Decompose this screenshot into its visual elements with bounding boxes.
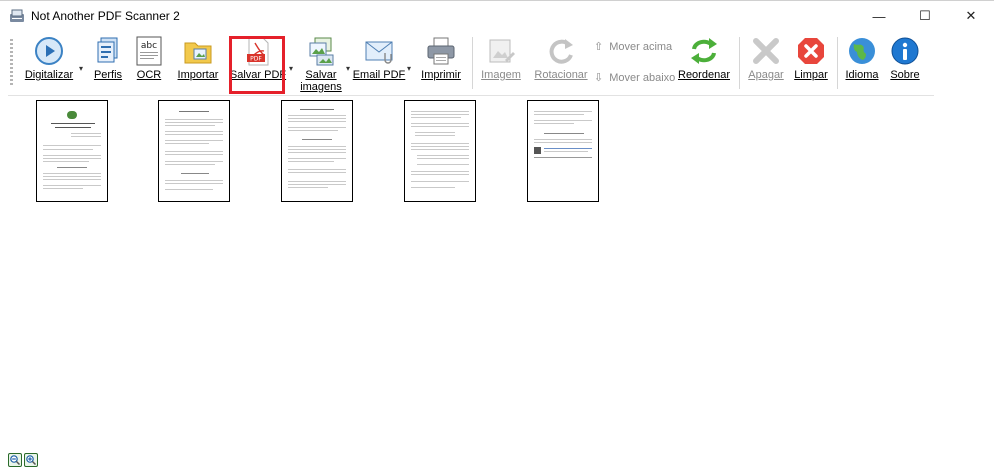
- ocr-button[interactable]: abc OCR: [132, 33, 166, 93]
- imagem-button[interactable]: Imagem: [478, 33, 524, 93]
- toolbar-separator: [472, 37, 473, 89]
- toolbar-separator: [739, 37, 740, 89]
- zoom-in-button[interactable]: [24, 453, 38, 467]
- sobre-button[interactable]: Sobre: [886, 33, 924, 93]
- image-edit-icon: [489, 39, 515, 63]
- salvar-pdf-highlight-box: [229, 36, 285, 94]
- reorder-arrows-icon: [691, 38, 717, 64]
- digitalizar-button[interactable]: Digitalizar: [22, 33, 76, 93]
- mover-acima-label: Mover acima: [609, 40, 673, 53]
- save-images-icon: [309, 37, 334, 66]
- sobre-label: Sobre: [890, 69, 920, 81]
- rotacionar-label: Rotacionar: [534, 69, 588, 81]
- digitalizar-label: Digitalizar: [24, 69, 74, 81]
- ocr-icon-text: abc: [141, 41, 157, 51]
- page-thumbnail[interactable]: [404, 100, 476, 202]
- arrow-down-icon: ⇩: [594, 72, 604, 84]
- zoom-out-icon: [10, 455, 20, 465]
- zoom-in-icon: [26, 455, 36, 465]
- page-thumbnail[interactable]: [36, 100, 108, 202]
- window-title: Not Another PDF Scanner 2: [31, 9, 180, 23]
- importar-button[interactable]: Importar: [173, 33, 223, 93]
- reordenar-button[interactable]: Reordenar: [676, 33, 732, 93]
- page-thumbnail-area[interactable]: [8, 96, 934, 469]
- idioma-label: Idioma: [845, 69, 879, 81]
- perfis-button[interactable]: Perfis: [90, 33, 126, 93]
- salvar-pdf-dropdown-icon[interactable]: ▾: [289, 64, 293, 73]
- imagem-label: Imagem: [481, 69, 521, 81]
- toolbar-grip[interactable]: [10, 39, 13, 87]
- apagar-button[interactable]: Apagar: [746, 33, 786, 93]
- salvar-imagens-dropdown-icon[interactable]: ▾: [346, 64, 350, 73]
- scanner-app-icon: [10, 9, 24, 22]
- page-thumbnail[interactable]: [158, 100, 230, 202]
- imprimir-button[interactable]: Imprimir: [418, 33, 464, 93]
- ocr-label: OCR: [136, 69, 162, 81]
- toolbar: Digitalizar ▾ Perfis abc OCR Importar PD…: [8, 31, 934, 96]
- digitalizar-dropdown-icon[interactable]: ▾: [79, 64, 83, 73]
- window-controls: — ☐ ✕: [856, 1, 994, 31]
- title-bar: Not Another PDF Scanner 2 — ☐ ✕: [0, 0, 994, 31]
- apagar-label: Apagar: [748, 69, 784, 81]
- email-pdf-label: Email PDF: [352, 69, 406, 81]
- scan-play-icon: [35, 37, 63, 65]
- salvar-imagens-button[interactable]: Salvar imagens: [298, 33, 344, 93]
- email-pdf-dropdown-icon[interactable]: ▾: [407, 64, 411, 73]
- rotacionar-button[interactable]: Rotacionar: [532, 33, 590, 93]
- minimize-button[interactable]: —: [856, 1, 902, 31]
- toolbar-separator: [837, 37, 838, 89]
- qr-code-icon: [534, 147, 541, 154]
- perfis-label: Perfis: [93, 69, 123, 81]
- info-icon: [891, 37, 919, 65]
- delete-x-icon: [753, 38, 779, 64]
- mover-acima-button[interactable]: ⇧ Mover acima: [594, 40, 673, 54]
- emblem-icon: [67, 111, 77, 119]
- globe-icon: [849, 38, 875, 64]
- clear-x-icon: [798, 38, 824, 64]
- printer-icon: [427, 37, 455, 65]
- mover-abaixo-button[interactable]: ⇩ Mover abaixo: [594, 71, 676, 85]
- salvar-imagens-label: Salvar imagens: [300, 69, 342, 93]
- ocr-icon: abc: [136, 36, 162, 66]
- limpar-label: Limpar: [794, 69, 828, 81]
- idioma-button[interactable]: Idioma: [843, 33, 881, 93]
- rotate-icon: [549, 39, 573, 64]
- arrow-up-icon: ⇧: [594, 41, 604, 53]
- maximize-button[interactable]: ☐: [902, 1, 948, 31]
- limpar-button[interactable]: Limpar: [792, 33, 830, 93]
- page-thumbnail[interactable]: [281, 100, 353, 202]
- close-button[interactable]: ✕: [948, 1, 994, 31]
- importar-label: Importar: [177, 69, 219, 81]
- import-folder-icon: [184, 42, 212, 64]
- reordenar-label: Reordenar: [678, 69, 730, 81]
- salvar-imagens-label-line1: Salvar: [305, 69, 337, 81]
- salvar-imagens-label-line2: imagens: [300, 81, 342, 93]
- page-thumbnail[interactable]: [527, 100, 599, 202]
- mover-abaixo-label: Mover abaixo: [609, 71, 676, 84]
- profiles-icon: [97, 37, 118, 63]
- imprimir-label: Imprimir: [421, 69, 461, 81]
- email-icon: [365, 41, 393, 64]
- email-pdf-button[interactable]: Email PDF: [352, 33, 406, 93]
- zoom-out-button[interactable]: [8, 453, 22, 467]
